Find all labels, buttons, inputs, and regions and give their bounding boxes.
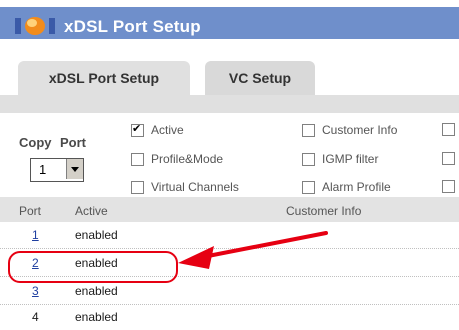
annotation-arrow: [178, 231, 328, 269]
